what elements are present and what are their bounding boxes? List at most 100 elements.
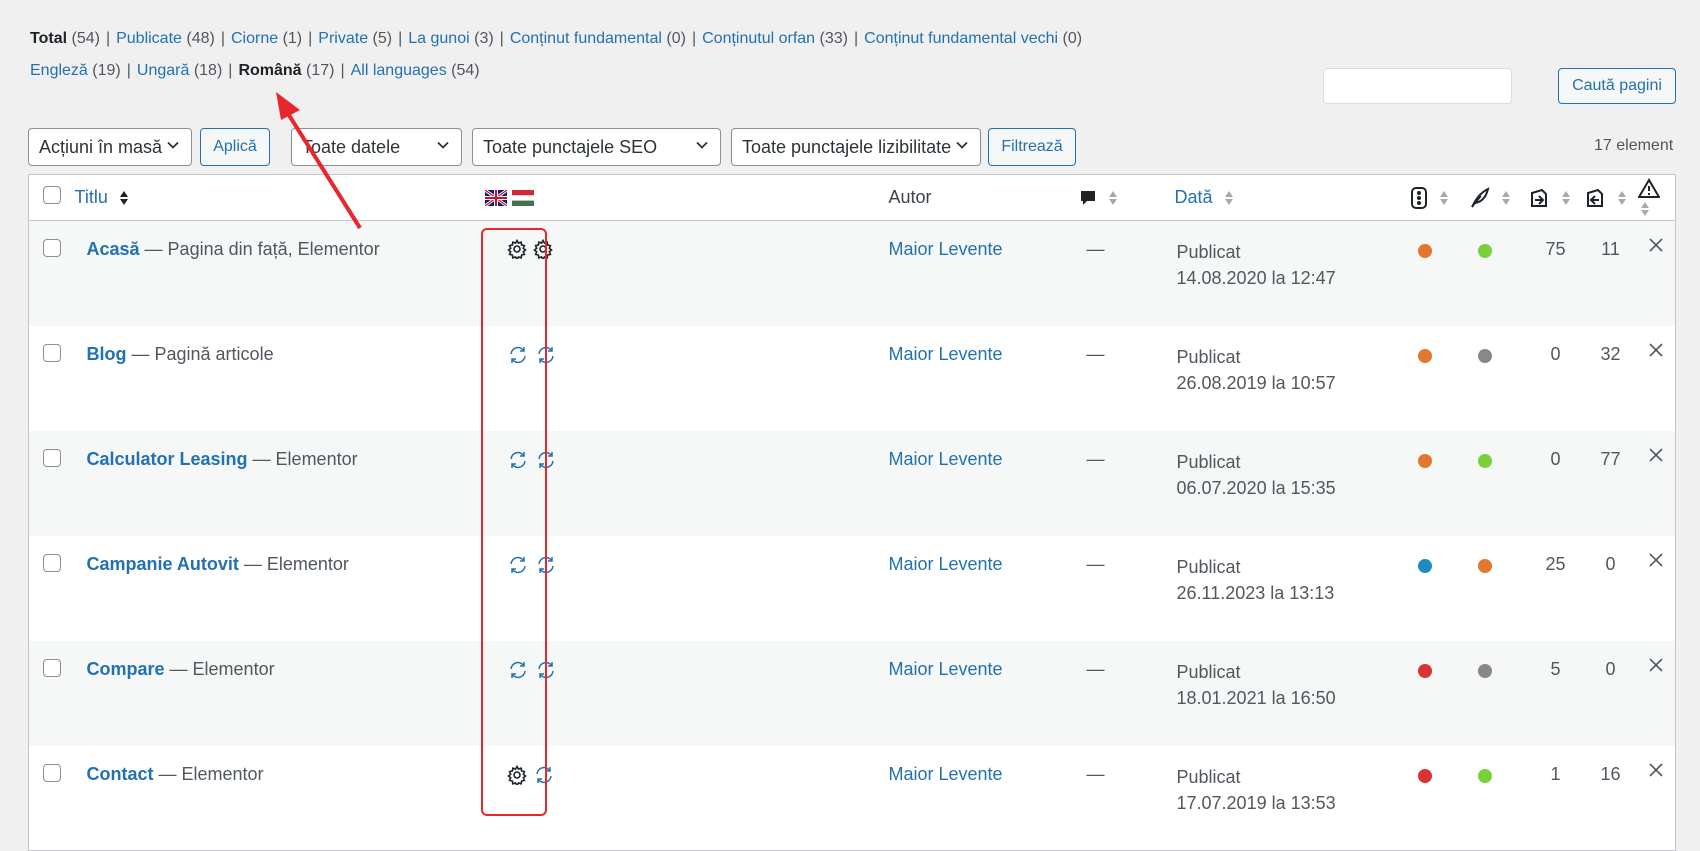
- close-icon[interactable]: [1648, 238, 1664, 257]
- filter-button[interactable]: Filtrează: [988, 128, 1076, 166]
- search-input[interactable]: [1323, 68, 1512, 104]
- sync-icon[interactable]: [507, 659, 529, 686]
- comments-count: —: [1086, 553, 1105, 574]
- view-label[interactable]: Ciorne: [231, 30, 278, 47]
- gear-icon[interactable]: [506, 764, 527, 790]
- row-checkbox[interactable]: [42, 553, 61, 572]
- author-link[interactable]: Maior Levente: [889, 449, 1003, 469]
- warning-cell: [1638, 221, 1676, 326]
- title-column-label[interactable]: Titlu: [75, 187, 108, 207]
- language-view-2[interactable]: Română (17): [238, 62, 334, 79]
- language-view-0[interactable]: Engleză (19): [30, 62, 121, 79]
- dates-select[interactable]: Toate datele: [291, 128, 462, 166]
- view-label[interactable]: Ungară: [137, 62, 189, 79]
- author-link[interactable]: Maior Levente: [889, 344, 1003, 364]
- page-title-link[interactable]: Compare: [87, 659, 165, 679]
- author-link[interactable]: Maior Levente: [889, 554, 1003, 574]
- seo-score-select[interactable]: Toate punctajele SEO: [472, 128, 721, 166]
- column-title[interactable]: Titlu: [74, 174, 485, 221]
- view-label[interactable]: All languages: [351, 62, 447, 79]
- select-all-checkbox[interactable]: [42, 186, 61, 204]
- outgoing-links-count: 25: [1545, 553, 1566, 574]
- close-icon[interactable]: [1648, 762, 1664, 782]
- sort-icon: [1640, 201, 1649, 216]
- author-link[interactable]: Maior Levente: [889, 764, 1003, 784]
- status-view-0[interactable]: Total (54): [30, 30, 100, 47]
- search-pages-button[interactable]: Caută pagini: [1558, 68, 1676, 104]
- post-date: 18.01.2021 la 16:50: [1176, 687, 1336, 708]
- sync-icon[interactable]: [507, 554, 529, 581]
- close-icon[interactable]: [1648, 447, 1664, 467]
- close-icon[interactable]: [1648, 552, 1664, 572]
- column-outgoing-links[interactable]: [1527, 174, 1584, 221]
- sync-icon[interactable]: [535, 449, 557, 476]
- column-date[interactable]: Dată: [1174, 174, 1410, 221]
- incoming-links-count: 0: [1605, 553, 1616, 574]
- view-label[interactable]: Private: [318, 30, 368, 47]
- page-title-link[interactable]: Campanie Autovit: [87, 554, 239, 574]
- row-checkbox[interactable]: [42, 658, 61, 677]
- gear-icon[interactable]: [506, 238, 527, 264]
- column-readability-score[interactable]: [1469, 174, 1528, 221]
- row-checkbox-cell: [29, 641, 75, 746]
- status-view-4[interactable]: La gunoi (3): [408, 30, 493, 47]
- row-checkbox[interactable]: [42, 448, 61, 467]
- view-label[interactable]: Publicate: [116, 30, 182, 47]
- readability-score-cell: [1470, 641, 1528, 746]
- page-title-link[interactable]: Blog: [87, 344, 127, 364]
- column-incoming-links[interactable]: [1583, 174, 1638, 221]
- close-icon[interactable]: [1648, 342, 1664, 362]
- view-label[interactable]: Engleză: [30, 62, 88, 79]
- seo-score-cell: [1410, 641, 1470, 746]
- author-link[interactable]: Maior Levente: [889, 659, 1003, 679]
- row-checkbox[interactable]: [42, 343, 61, 362]
- status-view-7[interactable]: Conținut fundamental vechi (0): [864, 30, 1082, 47]
- table-row: Blog — Pagină articole Maior Levente — Publ…: [29, 326, 1676, 431]
- status-view-5[interactable]: Conținut fundamental (0): [510, 30, 686, 47]
- post-state: — Pagină articole: [126, 343, 274, 364]
- comments-count: —: [1086, 239, 1105, 259]
- view-label[interactable]: Total: [30, 30, 67, 47]
- sync-icon[interactable]: [535, 344, 557, 371]
- apply-button[interactable]: Aplică: [200, 128, 270, 166]
- chevron-down-icon: [437, 141, 449, 149]
- sync-icon[interactable]: [535, 659, 557, 686]
- sync-icon[interactable]: [535, 554, 557, 581]
- page-title-link[interactable]: Contact: [87, 764, 154, 784]
- comments-cell: —: [1079, 641, 1175, 746]
- readability-score-dot: [1477, 558, 1492, 573]
- column-seo-score[interactable]: [1409, 174, 1470, 221]
- table-row: Contact — Elementor Maior Levente — Publica…: [29, 746, 1676, 851]
- status-view-1[interactable]: Publicate (48): [116, 30, 215, 47]
- column-warnings[interactable]: [1636, 174, 1676, 221]
- language-view-3[interactable]: All languages (54): [351, 62, 480, 79]
- view-label[interactable]: Conținut fundamental vechi: [864, 30, 1058, 47]
- language-view-1[interactable]: Ungară (18): [137, 62, 222, 79]
- gear-icon[interactable]: [532, 238, 553, 264]
- date-column-label[interactable]: Dată: [1175, 187, 1213, 207]
- view-label[interactable]: La gunoi: [408, 30, 469, 47]
- status-view-2[interactable]: Ciorne (1): [231, 30, 302, 47]
- readability-score-select[interactable]: Toate punctajele lizibilitate: [731, 128, 981, 166]
- post-state: — Elementor: [247, 448, 358, 469]
- bulk-actions-select[interactable]: Acțiuni în masă: [28, 128, 192, 166]
- status-view-6[interactable]: Conținutul orfan (33): [702, 30, 848, 47]
- view-label[interactable]: Română: [238, 62, 301, 79]
- row-checkbox[interactable]: [42, 239, 61, 257]
- outgoing-links-count: 0: [1550, 448, 1561, 469]
- view-label[interactable]: Conținutul orfan: [702, 30, 815, 47]
- page-title-link[interactable]: Calculator Leasing: [87, 449, 248, 469]
- separator: |: [691, 30, 697, 47]
- view-label[interactable]: Conținut fundamental: [510, 30, 662, 47]
- row-checkbox[interactable]: [42, 763, 61, 782]
- author-link[interactable]: Maior Levente: [889, 239, 1003, 259]
- sync-icon[interactable]: [507, 344, 529, 371]
- date-cell: Publicat 18.01.2021 la 16:50: [1175, 641, 1410, 746]
- column-comments[interactable]: [1078, 174, 1175, 221]
- sync-icon[interactable]: [507, 449, 529, 476]
- close-icon[interactable]: [1648, 657, 1664, 677]
- sync-icon[interactable]: [533, 764, 555, 791]
- status-view-3[interactable]: Private (5): [318, 30, 392, 47]
- incoming-links-count: 0: [1605, 658, 1616, 679]
- page-title-link[interactable]: Acasă: [87, 239, 140, 259]
